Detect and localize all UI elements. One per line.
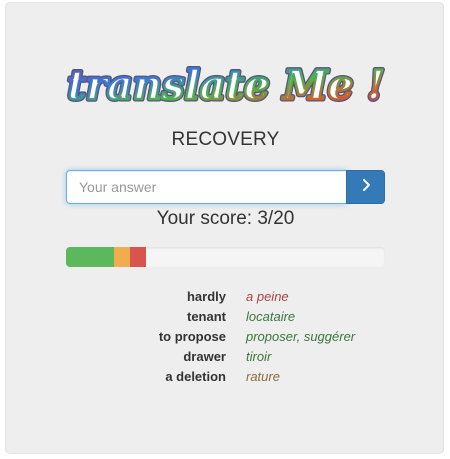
progress-segment-correct bbox=[66, 247, 114, 267]
progress-segment-partial bbox=[113, 247, 130, 267]
word-translation: tiroir bbox=[246, 349, 272, 364]
progress-segment-wrong bbox=[129, 247, 146, 267]
score-text: Your score: 3/20 bbox=[156, 208, 295, 229]
app-logo: translate Me ! translate Me ! bbox=[6, 55, 445, 117]
mode-title: RECOVERY bbox=[171, 129, 280, 150]
word-source: hardly bbox=[186, 289, 226, 304]
chevron-right-icon bbox=[361, 178, 371, 197]
svg-text:translate Me !: translate Me ! bbox=[67, 62, 384, 109]
word-source: tenant bbox=[187, 309, 226, 324]
submit-button[interactable] bbox=[346, 170, 385, 204]
word-list: hardly a peine tenant locataire to propose pr… bbox=[6, 289, 445, 389]
word-row: drawer tiroir bbox=[6, 349, 445, 369]
word-source: to propose bbox=[158, 329, 226, 344]
word-source: drawer bbox=[183, 349, 226, 364]
score-progress-bar bbox=[66, 247, 385, 267]
word-source: a deletion bbox=[165, 369, 226, 384]
answer-input[interactable] bbox=[66, 170, 346, 204]
answer-form bbox=[66, 170, 385, 204]
word-translation: rature bbox=[246, 369, 280, 384]
main-panel: translate Me ! translate Me ! RECOVERY Y… bbox=[5, 2, 444, 454]
word-translation: locataire bbox=[246, 309, 296, 324]
word-translation: a peine bbox=[246, 289, 289, 304]
word-row: hardly a peine bbox=[6, 289, 445, 309]
word-translation: proposer, suggérer bbox=[246, 329, 356, 344]
word-row: a deletion rature bbox=[6, 369, 445, 389]
word-row: to propose proposer, suggérer bbox=[6, 329, 445, 349]
word-row: tenant locataire bbox=[6, 309, 445, 329]
